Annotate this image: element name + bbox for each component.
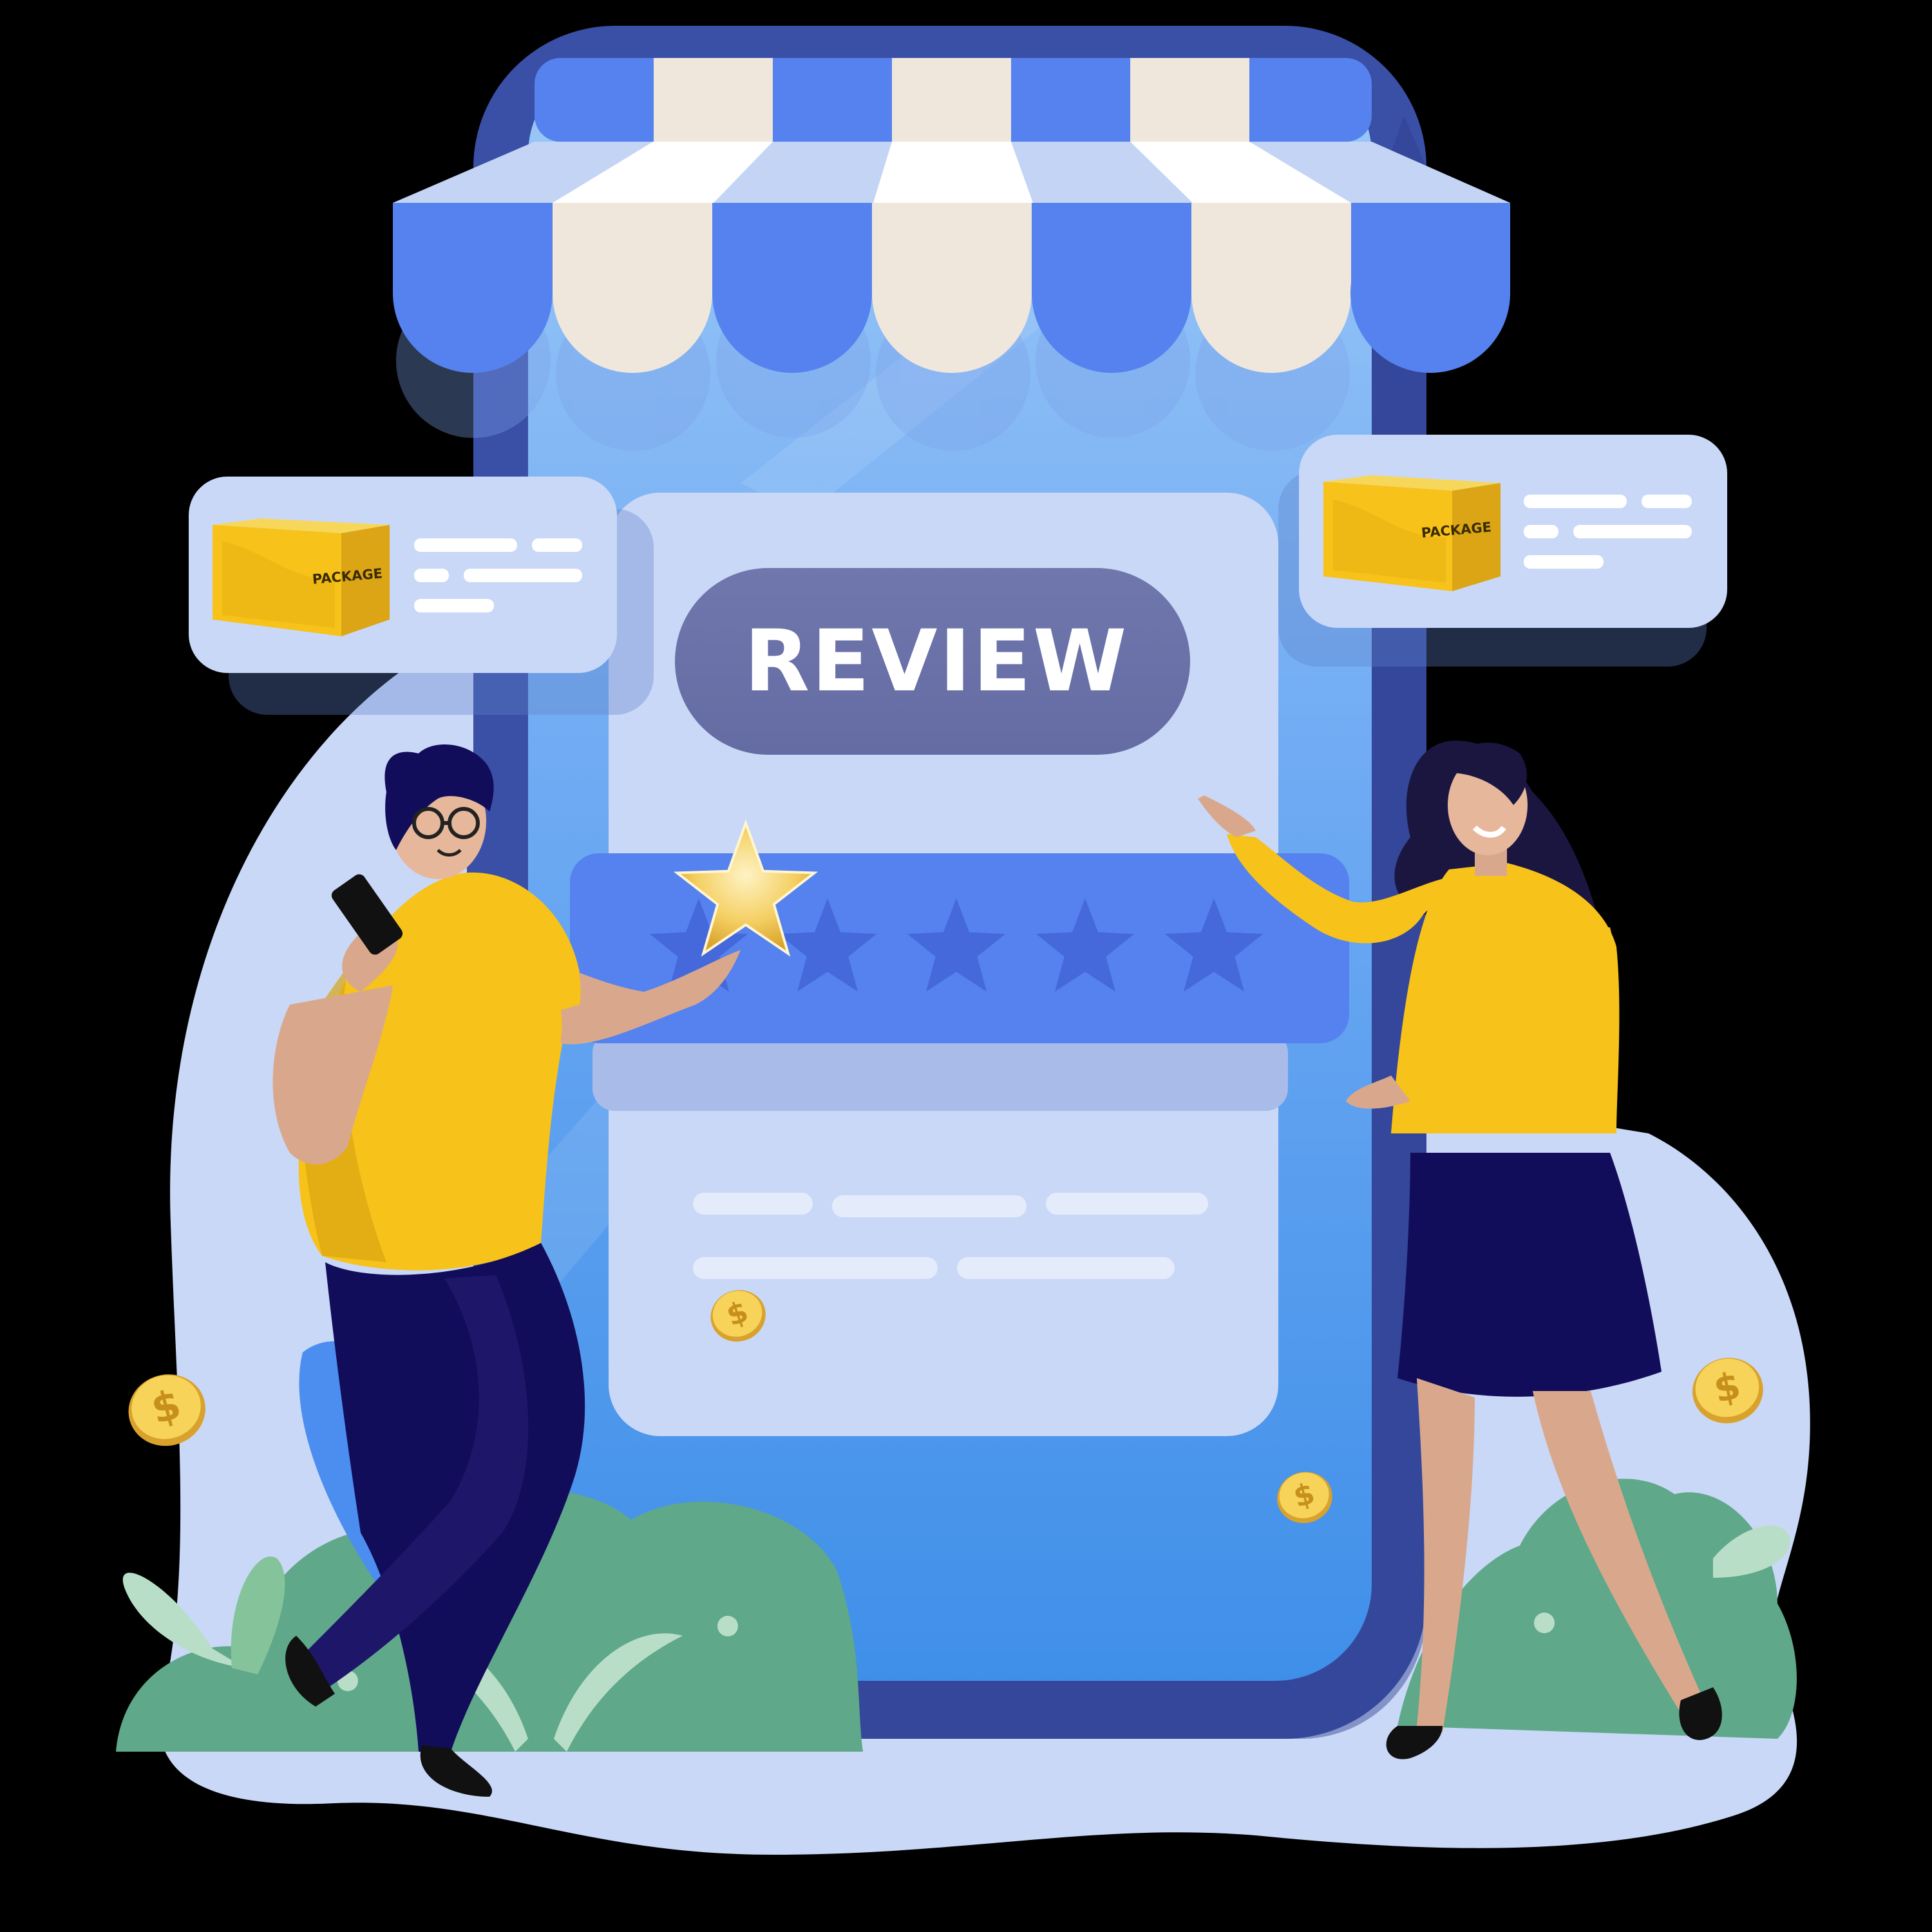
review-illustration: REVIEW PACKAGE PACKAGE $$$$ — [116, 26, 1810, 1855]
review-button[interactable]: REVIEW — [675, 568, 1190, 755]
package-box-icon: PACKAGE — [1323, 475, 1501, 591]
review-button-label: REVIEW — [744, 612, 1129, 711]
star-rating[interactable] — [570, 819, 1349, 1043]
store-awning — [393, 58, 1510, 451]
package-box-icon: PACKAGE — [213, 518, 390, 636]
package-card-left: PACKAGE — [189, 477, 654, 715]
package-card-right: PACKAGE — [1278, 435, 1727, 667]
